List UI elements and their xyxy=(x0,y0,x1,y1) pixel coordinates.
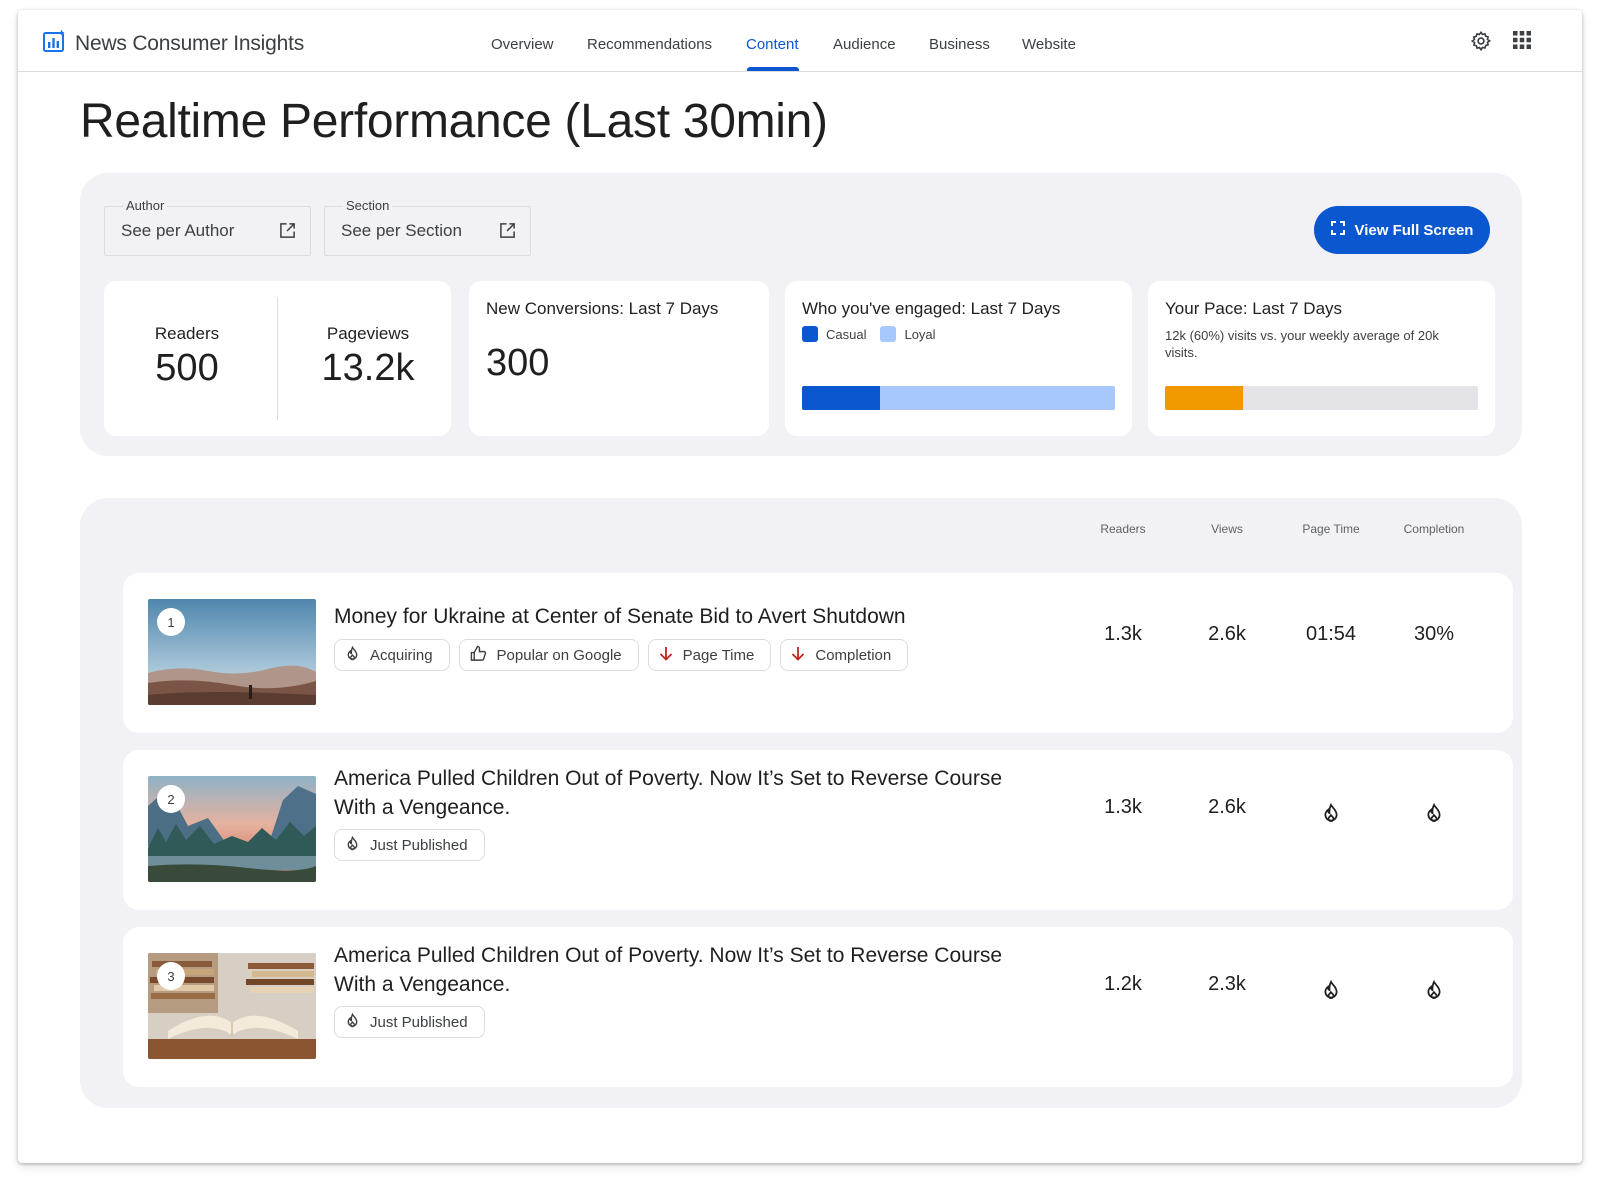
open-in-new-icon xyxy=(499,222,516,244)
chip-label: Completion xyxy=(815,646,892,664)
chip-label: Just Published xyxy=(370,836,468,854)
article-tags: Just Published xyxy=(334,1006,485,1038)
legend-swatch-loyal xyxy=(880,326,897,342)
chip-label: Acquiring xyxy=(370,646,433,664)
chip-just-published[interactable]: Just Published xyxy=(334,1006,485,1038)
readers-value: 1.3k xyxy=(1104,796,1142,818)
analytics-logo-icon xyxy=(42,29,66,58)
chip-label: Just Published xyxy=(370,1013,468,1031)
flame-icon xyxy=(1281,803,1381,823)
article-thumbnail-valley: 2 xyxy=(148,776,316,882)
active-tab-indicator xyxy=(747,67,799,71)
flame-icon xyxy=(1281,980,1381,1000)
section-filter-value: See per Section xyxy=(341,221,462,240)
readers-label: Readers xyxy=(154,324,220,343)
rank-badge: 3 xyxy=(157,962,185,990)
author-filter-value: See per Author xyxy=(121,221,235,240)
article-title[interactable]: Money for Ukraine at Center of Senate Bi… xyxy=(334,602,1034,631)
thumbs-up-icon xyxy=(470,645,487,666)
fullscreen-icon xyxy=(1330,221,1345,239)
article-title[interactable]: America Pulled Children Out of Poverty. … xyxy=(334,764,1034,822)
chip-completion-down[interactable]: Completion xyxy=(780,639,909,671)
tab-website[interactable]: Website xyxy=(1022,36,1076,53)
chip-label: Popular on Google xyxy=(496,646,622,664)
apps-grid-icon[interactable] xyxy=(1512,30,1532,55)
chip-label: Page Time xyxy=(682,646,755,664)
author-filter[interactable]: Author See per Author xyxy=(104,198,311,256)
engaged-legend: Casual Loyal xyxy=(802,326,936,342)
article-tags: Acquiring Popular on Google Page Time Co… xyxy=(334,639,909,671)
pace-bar xyxy=(1165,386,1478,410)
article-row[interactable]: 3 America Pulled Children Out of Poverty… xyxy=(123,927,1513,1087)
arrow-down-icon xyxy=(659,646,673,665)
brand[interactable]: News Consumer Insights xyxy=(42,29,304,58)
article-row[interactable]: 2 America Pulled Children Out of Poverty… xyxy=(123,750,1513,910)
arrow-down-icon xyxy=(791,646,805,665)
tab-overview[interactable]: Overview xyxy=(491,36,554,53)
engaged-title: Who you've engaged: Last 7 Days xyxy=(802,299,1061,318)
settings-gear-icon[interactable] xyxy=(1470,30,1492,57)
engaged-bar-casual xyxy=(802,386,881,410)
article-tags: Just Published xyxy=(334,829,485,861)
pace-bar-fill xyxy=(1165,386,1244,410)
chip-popular-on-google[interactable]: Popular on Google xyxy=(458,639,639,671)
col-head-page-time: Page Time xyxy=(1302,522,1360,536)
views-value: 2.6k xyxy=(1208,796,1246,818)
conversions-title: New Conversions: Last 7 Days xyxy=(486,299,719,318)
engaged-bar-loyal xyxy=(880,386,1115,410)
app-title: News Consumer Insights xyxy=(75,31,305,55)
flame-icon xyxy=(1384,803,1484,823)
legend-label-casual: Casual xyxy=(826,326,867,342)
section-filter-label: Section xyxy=(343,198,393,213)
rank-badge: 2 xyxy=(157,785,185,813)
pace-description: 12k (60%) visits vs. your weekly average… xyxy=(1165,328,1439,360)
tab-audience[interactable]: Audience xyxy=(833,36,896,53)
views-value: 2.6k xyxy=(1208,623,1246,645)
article-thumbnail-desert: 1 xyxy=(148,599,316,705)
article-thumbnail-books: 3 xyxy=(148,953,316,1059)
legend-label-loyal: Loyal xyxy=(904,326,936,342)
conversions-card: New Conversions: Last 7 Days 300 xyxy=(469,281,769,436)
article-row[interactable]: 1 Money for Ukraine at Center of Senate … xyxy=(123,573,1513,733)
app-window: News Consumer Insights Overview Recommen… xyxy=(18,10,1582,1163)
readers-value: 1.2k xyxy=(1104,973,1142,995)
readers-value: 1.3k xyxy=(1104,623,1142,645)
completion-value: 30% xyxy=(1413,623,1455,645)
rank-badge: 1 xyxy=(157,608,185,636)
article-title[interactable]: America Pulled Children Out of Poverty. … xyxy=(334,941,1034,999)
readers-pageviews-card: Readers 500 Pageviews 13.2k xyxy=(104,281,451,436)
readers-value: 500 xyxy=(155,347,219,389)
col-head-readers: Readers xyxy=(1100,522,1146,536)
tab-recommendations[interactable]: Recommendations xyxy=(587,36,712,53)
engaged-card: Who you've engaged: Last 7 Days Casual L… xyxy=(785,281,1132,436)
legend-swatch-casual xyxy=(802,326,818,342)
chip-just-published[interactable]: Just Published xyxy=(334,829,485,861)
conversions-value: 300 xyxy=(486,342,550,384)
flame-icon xyxy=(345,835,360,855)
flame-icon xyxy=(345,1012,360,1032)
chip-page-time-down[interactable]: Page Time xyxy=(647,639,772,671)
chip-acquiring[interactable]: Acquiring xyxy=(334,639,450,671)
tab-content[interactable]: Content xyxy=(746,36,799,53)
section-filter[interactable]: Section See per Section xyxy=(324,198,531,256)
author-filter-label: Author xyxy=(123,198,168,213)
col-head-completion: Completion xyxy=(1403,522,1465,536)
flame-icon xyxy=(1384,980,1484,1000)
pageviews-value: 13.2k xyxy=(321,347,415,389)
col-head-views: Views xyxy=(1211,522,1243,536)
top-app-bar: News Consumer Insights Overview Recommen… xyxy=(18,10,1582,72)
view-full-screen-button[interactable]: View Full Screen xyxy=(1314,206,1490,254)
engaged-bar xyxy=(802,386,1115,410)
flame-icon xyxy=(345,645,360,665)
page-time-value: 01:54 xyxy=(1305,623,1357,645)
view-full-screen-label: View Full Screen xyxy=(1354,221,1474,239)
pageviews-label: Pageviews xyxy=(326,324,410,343)
pace-card: Your Pace: Last 7 Days 12k (60%) visits … xyxy=(1148,281,1495,436)
tab-business[interactable]: Business xyxy=(929,36,990,53)
page-title: Realtime Performance (Last 30min) xyxy=(80,95,828,148)
open-in-new-icon xyxy=(279,222,296,244)
pace-title: Your Pace: Last 7 Days xyxy=(1165,299,1343,318)
views-value: 2.3k xyxy=(1208,973,1246,995)
